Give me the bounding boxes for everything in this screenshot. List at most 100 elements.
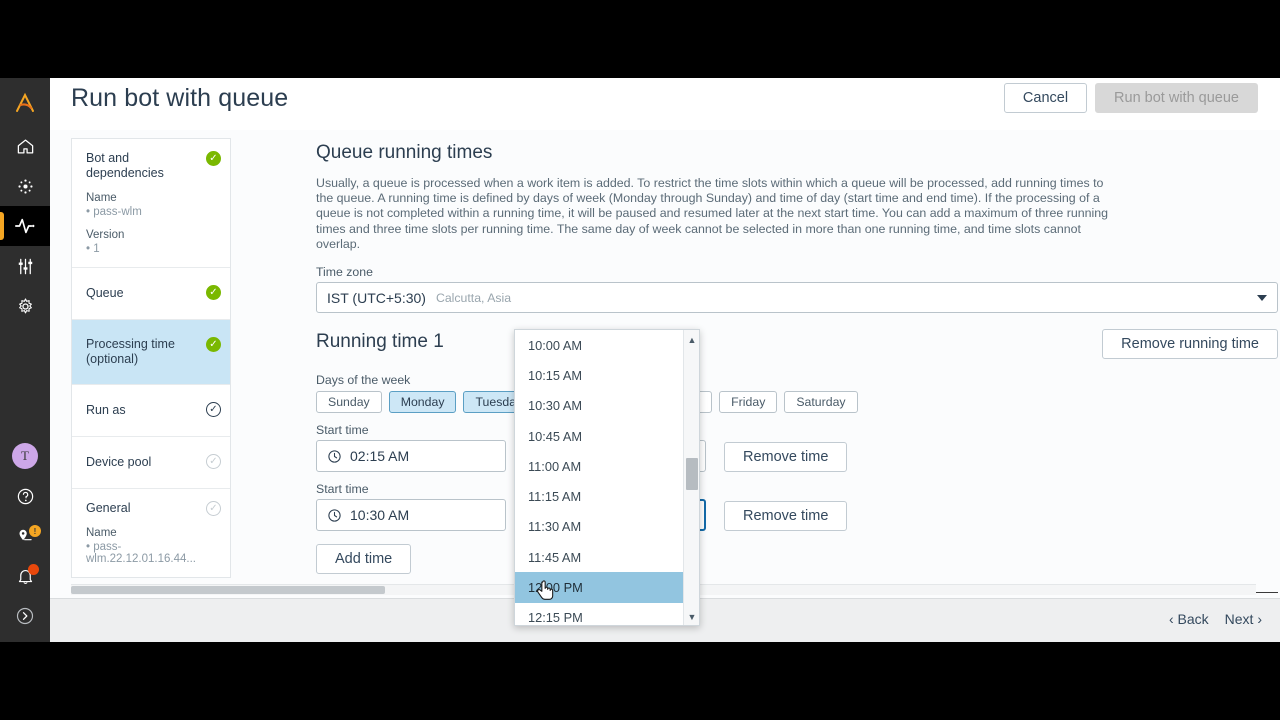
next-button[interactable]: Next › [1225, 611, 1262, 627]
application-window: T ! Run bot with queue Cancel Run bot wi… [0, 78, 1280, 642]
time-option[interactable]: 10:30 AM [515, 391, 685, 421]
step-title: Device pool [86, 455, 152, 469]
home-icon [17, 139, 33, 153]
steps-sidebar: Bot and dependencies ✓ Name • pass-wlm V… [71, 138, 231, 578]
dropdown-scrollbar[interactable]: ▲ ▼ [683, 330, 699, 625]
day-chip-sunday[interactable]: Sunday [316, 391, 382, 414]
back-button[interactable]: ‹ Back [1169, 611, 1209, 627]
start-time-input-2[interactable]: 10:30 AM [316, 499, 506, 532]
timezone-value: IST (UTC+5:30) [327, 289, 426, 306]
start-time-field-2: Start time 10:30 AM [316, 482, 506, 532]
letterbox-top [0, 0, 1280, 78]
start-time-value: 10:30 AM [350, 507, 410, 524]
page-title: Run bot with queue [71, 84, 289, 112]
screen-root: T ! Run bot with queue Cancel Run bot wi… [0, 0, 1280, 720]
day-chips: Sunday Monday Tuesday Wednesday Thursday… [316, 391, 1256, 414]
sidebar-item-manage[interactable] [0, 246, 50, 286]
status-check-icon: ✓ [206, 402, 221, 417]
user-avatar[interactable]: T [0, 436, 50, 476]
chevron-down-icon [1257, 294, 1267, 301]
sidebar-item-run-as[interactable]: Run as ✓ [72, 385, 230, 437]
page-topbar: Run bot with queue Cancel Run bot with q… [50, 78, 1280, 130]
time-slot-row-2: Start time 10:30 AM End time [316, 482, 1256, 532]
question-mark-icon [17, 488, 33, 504]
remove-time-button-2[interactable]: Remove time [724, 501, 848, 532]
time-option[interactable]: 11:00 AM [515, 451, 685, 481]
timezone-field: Time zone IST (UTC+5:30) Calcutta, Asia [316, 265, 1278, 314]
timezone-label: Time zone [316, 265, 373, 280]
sidebar-item-home[interactable] [0, 126, 50, 166]
step-title: Bot and dependencies [86, 151, 164, 180]
expand-rail-button[interactable] [0, 596, 50, 636]
notifications-button[interactable] [0, 556, 50, 596]
days-of-week-group: Days of the week Sunday Monday Tuesday W… [316, 373, 1256, 414]
sidebar-item-general[interactable]: General ✓ Name • pass-wlm.22.12.01.16.44… [72, 489, 230, 577]
timezone-select[interactable]: IST (UTC+5:30) Calcutta, Asia [316, 282, 1278, 314]
status-check-icon: ✓ [206, 151, 221, 166]
gear-icon [18, 297, 32, 313]
step-title: Queue [86, 286, 124, 300]
add-time-button[interactable]: Add time [316, 544, 412, 575]
sidebar-item-device-pool[interactable]: Device pool ✓ [72, 437, 230, 489]
letterbox-bottom [0, 642, 1280, 720]
status-check-icon: ✓ [206, 501, 221, 516]
page-content: Bot and dependencies ✓ Name • pass-wlm V… [50, 130, 1280, 642]
status-check-icon: ✓ [206, 454, 221, 469]
running-time-header: Running time 1 Remove running time [316, 329, 1278, 365]
time-option[interactable]: 11:15 AM [515, 481, 685, 511]
day-chip-friday[interactable]: Friday [719, 391, 778, 414]
step-detail-value: • pass-wlm [86, 206, 142, 218]
chevron-right-icon [16, 607, 34, 625]
triangle-down-icon[interactable]: ▼ [684, 609, 699, 625]
sidebar-item-processing-time[interactable]: Processing time (optional) ✓ [72, 320, 230, 385]
sidebar-item-bot-and-dependencies[interactable]: Bot and dependencies ✓ Name • pass-wlm V… [72, 139, 230, 268]
scrollbar-thumb[interactable] [71, 586, 385, 594]
step-detail-label: Name [86, 527, 117, 539]
notification-badge [28, 564, 39, 575]
day-chip-saturday[interactable]: Saturday [784, 391, 858, 414]
start-time-label: Start time [316, 482, 369, 497]
time-option[interactable]: 12:15 PM [515, 603, 685, 625]
scrollbar-thumb[interactable] [686, 458, 698, 490]
sidebar-item-administration[interactable] [0, 286, 50, 326]
topbar-actions: Cancel Run bot with queue [1003, 83, 1258, 113]
time-option[interactable]: 11:30 AM [515, 512, 685, 542]
step-detail-value: • pass-wlm.22.12.01.16.44... [86, 541, 196, 565]
step-title: General [86, 501, 131, 515]
time-option[interactable]: 10:45 AM [515, 421, 685, 451]
location-button[interactable]: ! [0, 516, 50, 556]
section-title: Queue running times [316, 142, 493, 163]
location-badge: ! [29, 525, 41, 537]
help-button[interactable] [0, 476, 50, 516]
footer-navigation: ‹ Back Next › [1169, 611, 1262, 627]
start-time-value: 02:15 AM [350, 448, 410, 465]
step-title: Processing time (optional) [86, 337, 175, 366]
step-detail-label: Version [86, 229, 125, 241]
step-detail-value: • 1 [86, 243, 100, 255]
start-time-field-1: Start time 02:15 AM [316, 423, 506, 473]
time-option[interactable]: 10:00 AM [515, 330, 685, 360]
triangle-up-icon[interactable]: ▲ [684, 332, 699, 348]
main-panel: Queue running times Usually, a queue is … [246, 130, 1278, 594]
run-bot-with-queue-button: Run bot with queue [1095, 83, 1258, 113]
days-of-week-label: Days of the week [316, 373, 411, 388]
sidebar-item-discover[interactable] [0, 166, 50, 206]
cancel-button[interactable]: Cancel [1003, 83, 1088, 113]
mouse-cursor-pointer [537, 580, 554, 600]
remove-time-button-1[interactable]: Remove time [724, 442, 848, 473]
time-slot-row-1: Start time 02:15 AM End time [316, 423, 1256, 473]
status-check-icon: ✓ [206, 337, 221, 352]
remove-running-time-button[interactable]: Remove running time [1102, 329, 1278, 360]
sidebar-item-activity[interactable] [0, 206, 50, 246]
timezone-sub-value: Calcutta, Asia [435, 290, 512, 305]
day-chip-monday[interactable]: Monday [388, 391, 457, 414]
start-time-label: Start time [316, 423, 369, 438]
automation-logo-icon[interactable] [0, 80, 50, 126]
sidebar-item-queue[interactable]: Queue ✓ [72, 268, 230, 320]
time-option[interactable]: 11:45 AM [515, 542, 685, 572]
activity-pulse-icon [15, 218, 35, 234]
time-option[interactable]: 10:15 AM [515, 360, 685, 390]
start-time-input-1[interactable]: 02:15 AM [316, 440, 506, 473]
discover-icon [17, 178, 33, 194]
status-check-icon: ✓ [206, 285, 221, 300]
